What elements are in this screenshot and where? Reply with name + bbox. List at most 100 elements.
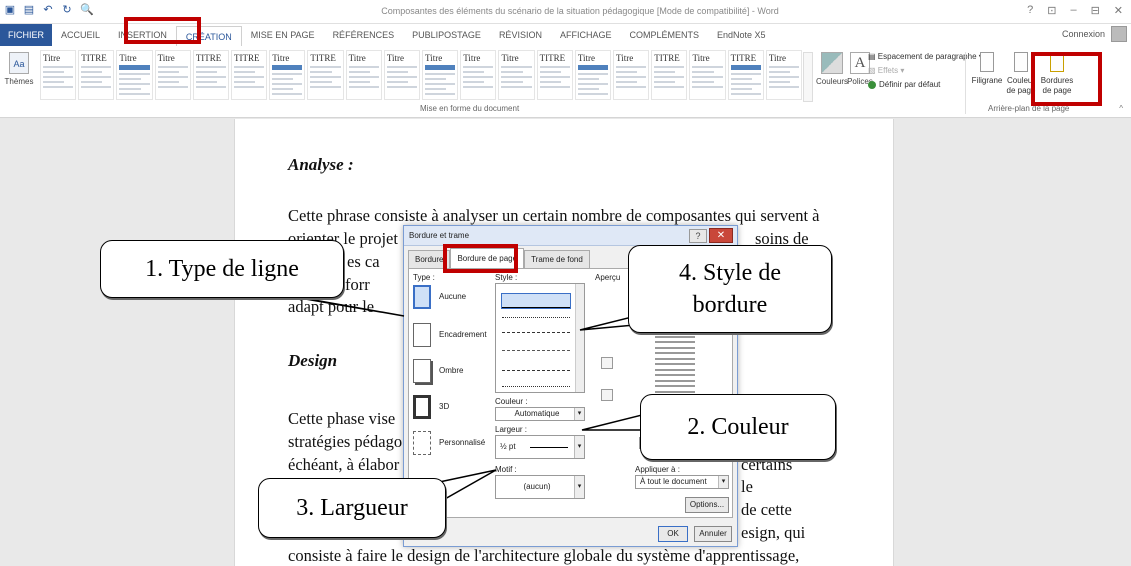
save-icon[interactable]: ▤ xyxy=(23,4,35,16)
color-select[interactable]: Automatique ▾ xyxy=(495,407,585,421)
style-set-heading-bar xyxy=(577,65,609,70)
callout-text: 3. Largueur xyxy=(296,494,408,521)
style-set-thumbnail[interactable]: Titre xyxy=(40,50,77,100)
line-style-dashed[interactable] xyxy=(502,332,570,333)
ribbon-display-icon[interactable]: ⊡ xyxy=(1047,4,1056,17)
tab-mise-en-page[interactable]: MISE EN PAGE xyxy=(242,24,324,46)
style-set-thumbnail[interactable]: TITRE xyxy=(231,50,268,100)
style-set-thumbnail[interactable]: Titre xyxy=(613,50,650,100)
tab-affichage[interactable]: AFFICHAGE xyxy=(551,24,621,46)
style-set-line xyxy=(577,78,599,80)
tab-publipostage[interactable]: PUBLIPOSTAGE xyxy=(403,24,490,46)
style-set-thumbnail[interactable]: TITRE xyxy=(727,50,764,100)
highlight-page-borders xyxy=(1031,52,1102,106)
style-set-line xyxy=(501,81,523,83)
avatar[interactable] xyxy=(1111,26,1127,42)
apply-select[interactable]: À tout le document ▾ xyxy=(635,475,729,489)
style-set-thumbnail[interactable]: Titre xyxy=(345,50,382,100)
cancel-button[interactable]: Annuler xyxy=(694,526,732,542)
type-label-encadrement: Encadrement xyxy=(439,330,487,339)
style-set-line xyxy=(81,66,112,68)
tab-endnote[interactable]: EndNote X5 xyxy=(708,24,775,46)
style-set-line xyxy=(43,81,65,83)
group-label-format: Mise en forme du document xyxy=(420,104,520,113)
collapse-ribbon-icon[interactable]: ^ xyxy=(1119,104,1123,113)
tab-revision[interactable]: RÉVISION xyxy=(490,24,551,46)
style-set-line xyxy=(81,76,112,78)
style-set-line xyxy=(310,81,332,83)
style-set-line xyxy=(195,71,217,73)
colors-button[interactable]: Couleurs xyxy=(816,52,848,86)
watermark-button[interactable]: Filigrane xyxy=(970,52,1004,86)
style-set-thumbnail[interactable]: Titre xyxy=(269,50,306,100)
style-set-thumbnail[interactable]: TITRE xyxy=(651,50,688,100)
style-set-thumbnail[interactable]: TITRE xyxy=(536,50,573,100)
tab-complements[interactable]: COMPLÉMENTS xyxy=(620,24,708,46)
style-scrollbar[interactable] xyxy=(575,284,584,392)
style-set-thumbnail[interactable]: Titre xyxy=(689,50,726,100)
style-set-line xyxy=(730,83,761,85)
close-icon[interactable]: ✕ xyxy=(1114,4,1123,17)
paragraph-line: forr xyxy=(345,275,370,294)
style-set-thumbnail[interactable]: TITRE xyxy=(307,50,344,100)
type-aucune[interactable]: Aucune xyxy=(413,283,483,313)
style-set-title: Titre xyxy=(348,53,366,63)
style-set-thumbnail[interactable]: Titre xyxy=(383,50,421,100)
preview-text-line xyxy=(655,357,695,360)
style-set-thumbnail[interactable]: TITRE xyxy=(78,50,115,100)
top-edge-button[interactable] xyxy=(601,357,613,369)
chevron-down-icon: ▾ xyxy=(574,408,584,420)
gallery-scroll[interactable] xyxy=(803,52,813,102)
style-set-thumbnail[interactable]: Titre xyxy=(765,50,803,100)
tab-fichier[interactable]: FICHIER xyxy=(0,24,52,46)
style-set-thumbnail[interactable]: TITRE xyxy=(192,50,230,100)
ok-button[interactable]: OK xyxy=(658,526,688,542)
style-set-line xyxy=(616,71,638,73)
style-set-gallery: Titre TITRE Titre Titre TITRE TITRE Titre TITRE… xyxy=(40,50,803,102)
redo-icon[interactable]: ↻ xyxy=(61,4,73,16)
dialog-help-icon[interactable]: ? xyxy=(689,229,707,243)
line-style-dash-dot-dot[interactable] xyxy=(502,386,570,387)
style-set-line xyxy=(157,66,188,68)
line-style-dash-long[interactable] xyxy=(502,350,570,351)
style-set-line xyxy=(119,83,150,85)
type-personnalise[interactable]: Personnalisé xyxy=(413,429,485,459)
dialog-close-icon[interactable]: ✕ xyxy=(709,228,733,243)
style-set-title: TITRE xyxy=(234,53,260,63)
callout-text: 2. Couleur xyxy=(687,413,789,440)
line-style-dotted[interactable] xyxy=(502,317,570,318)
style-set-thumbnail[interactable]: Titre xyxy=(422,50,459,100)
minimize-icon[interactable]: – xyxy=(1070,4,1076,17)
style-set-thumbnail[interactable]: Titre xyxy=(498,50,535,100)
line-style-solid[interactable] xyxy=(501,293,571,309)
signin-link[interactable]: Connexion xyxy=(1062,29,1105,39)
tab-trame-de-fond[interactable]: Trame de fond xyxy=(524,250,590,268)
word-window: ▣ ▤ ↶ ↻ 🔍 Composantes des éléments du sc… xyxy=(0,0,1131,566)
type-3d[interactable]: 3D xyxy=(413,393,483,423)
themes-button[interactable]: Aa Thèmes xyxy=(2,52,36,86)
options-button[interactable]: Options... xyxy=(685,497,729,513)
width-select[interactable]: ½ pt ▾ xyxy=(495,435,585,459)
callout-text: 4. Style de xyxy=(679,260,781,286)
type-encadrement[interactable]: Encadrement xyxy=(413,321,487,351)
style-set-title: TITRE xyxy=(81,53,107,63)
tab-references[interactable]: RÉFÉRENCES xyxy=(324,24,404,46)
style-set-thumbnail[interactable]: Titre xyxy=(154,50,191,100)
style-set-thumbnail[interactable]: Titre xyxy=(460,50,497,100)
style-set-thumbnail[interactable]: Titre xyxy=(116,50,153,100)
style-set-thumbnail[interactable]: Titre xyxy=(574,50,612,100)
style-set-line xyxy=(730,73,761,75)
style-listbox[interactable] xyxy=(495,283,585,393)
style-set-line xyxy=(310,76,341,78)
undo-icon[interactable]: ↶ xyxy=(42,4,54,16)
print-preview-icon[interactable]: 🔍 xyxy=(80,4,94,16)
art-select[interactable]: (aucun) ▾ xyxy=(495,475,585,499)
style-set-line xyxy=(119,88,141,90)
tab-accueil[interactable]: ACCUEIL xyxy=(52,24,109,46)
restore-icon[interactable]: ⊟ xyxy=(1091,4,1100,17)
help-icon[interactable]: ? xyxy=(1027,4,1033,17)
type-ombre[interactable]: Ombre xyxy=(413,357,483,387)
type-label-3d: 3D xyxy=(439,402,450,411)
bottom-edge-button[interactable] xyxy=(601,389,613,401)
line-style-dash-dot[interactable] xyxy=(502,370,570,371)
